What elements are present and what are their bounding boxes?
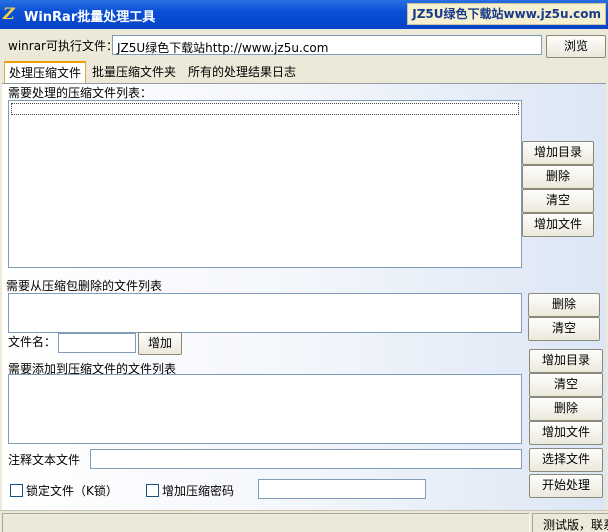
comment-file-input[interactable] — [90, 449, 522, 469]
app-window: Z WinRar批量处理工具 JZ5U绿色下载站www.jz5u.com win… — [0, 0, 608, 532]
status-bar: 测试版，联系 — [0, 510, 608, 532]
exe-path-value: JZ5U绿色下载站http://www.jz5u.com — [117, 41, 329, 55]
site-badge: JZ5U绿色下载站www.jz5u.com — [407, 3, 606, 25]
section2-title: 需要从压缩包删除的文件列表 — [6, 279, 163, 293]
section1-title: 需要处理的压缩文件列表： — [8, 86, 153, 100]
s3-add-file-button[interactable]: 增加文件 — [529, 421, 603, 445]
add-filename-button[interactable]: 增加 — [138, 332, 182, 355]
start-processing-button[interactable]: 开始处理 — [529, 474, 603, 498]
comment-label: 注释文本文件 — [8, 453, 81, 467]
tab-batch-compress-folders[interactable]: 批量压缩文件夹 — [88, 62, 180, 82]
filename-input[interactable] — [58, 333, 136, 353]
tab-process-archives[interactable]: 处理压缩文件 — [4, 61, 87, 83]
status-text: 测试版，联系 — [543, 518, 608, 532]
lock-file-checkbox[interactable] — [10, 484, 23, 497]
title-bar[interactable]: Z WinRar批量处理工具 JZ5U绿色下载站www.jz5u.com — [0, 0, 608, 29]
add-password-label: 增加压缩密码 — [162, 484, 235, 498]
s2-clear-button[interactable]: 清空 — [528, 317, 600, 341]
lock-file-label: 锁定文件（K锁） — [26, 484, 118, 498]
s1-delete-button[interactable]: 删除 — [522, 165, 594, 189]
filename-label: 文件名： — [8, 335, 57, 349]
exe-path-field[interactable]: JZ5U绿色下载站http://www.jz5u.com — [112, 35, 542, 55]
add-password-checkbox[interactable] — [146, 484, 159, 497]
window-title: WinRar批量处理工具 — [24, 10, 156, 25]
s1-clear-button[interactable]: 清空 — [522, 189, 594, 213]
list-focus-rect — [11, 103, 519, 115]
select-comment-file-button[interactable]: 选择文件 — [529, 448, 603, 472]
delete-from-archive-list[interactable] — [8, 293, 522, 333]
s3-clear-button[interactable]: 清空 — [529, 373, 603, 397]
s2-delete-button[interactable]: 删除 — [528, 293, 600, 317]
tab-all-logs[interactable]: 所有的处理结果日志 — [184, 62, 300, 82]
password-input[interactable] — [258, 479, 426, 499]
archive-list[interactable] — [8, 100, 522, 268]
s3-delete-button[interactable]: 删除 — [529, 397, 603, 421]
status-pane-info: 测试版，联系 — [532, 513, 608, 532]
winrar-app-icon: Z — [3, 4, 15, 23]
s1-add-file-button[interactable]: 增加文件 — [522, 213, 594, 237]
add-to-archive-list[interactable] — [8, 374, 522, 444]
browse-button[interactable]: 浏览 — [546, 35, 606, 58]
status-pane-main — [2, 513, 530, 532]
s1-add-dir-button[interactable]: 增加目录 — [522, 141, 594, 165]
exe-label: winrar可执行文件： — [8, 39, 118, 53]
s3-add-dir-button[interactable]: 增加目录 — [529, 349, 603, 373]
